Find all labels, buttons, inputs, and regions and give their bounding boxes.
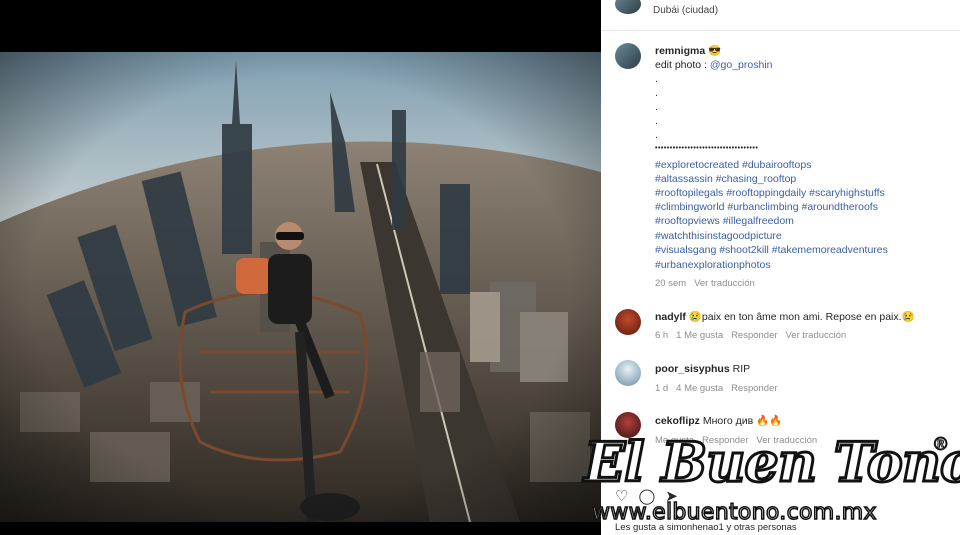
screenshot: Dubái (ciudad) remnigma 😎 edit photo : @… <box>0 0 960 535</box>
edit-prefix: edit photo : <box>655 59 710 71</box>
caption-dot: . <box>655 129 658 141</box>
hashtag-line[interactable]: #watchthisinstagoodpicture <box>655 229 782 243</box>
watermark: El Buen Tono ® www.elbuentono.com.mx <box>582 429 960 526</box>
comment-username[interactable]: cekoflipz <box>655 415 700 427</box>
watermark-url: www.elbuentono.com.mx <box>591 499 877 526</box>
edit-handle-link[interactable]: @go_proshin <box>710 59 773 71</box>
caption-separator: ••••••••••••••••••••••••••••••••••• <box>655 145 759 152</box>
comment-reply-button[interactable]: Responder <box>731 330 777 341</box>
comment-avatar[interactable] <box>615 360 641 386</box>
post-photo[interactable] <box>0 52 601 522</box>
caption-avatar[interactable] <box>615 43 641 69</box>
caption-dot: . <box>655 115 658 127</box>
comment-time: 1 d <box>655 383 669 394</box>
caption-translate-link[interactable]: Ver traducción <box>694 278 755 289</box>
watermark-registered: ® <box>933 434 948 455</box>
hashtag-line[interactable]: #climbingworld #urbanclimbing #aroundthe… <box>655 200 878 214</box>
dubai-skyline-illustration <box>0 52 601 522</box>
comment-row: cekoflipz Много див 🔥🔥 <box>655 414 782 428</box>
comment-likes[interactable]: 4 Me gusta <box>676 383 723 394</box>
comment-text: RIP <box>732 363 751 375</box>
comment-meta: 6 h 1 Me gusta Responder Ver traducción <box>655 329 846 343</box>
caption-dot: . <box>655 101 658 113</box>
caption-dot: . <box>655 87 658 99</box>
comment-reply-button[interactable]: Responder <box>731 383 777 394</box>
hashtag-line[interactable]: #visualsgang #shoot2kill #takememoreadve… <box>655 243 888 257</box>
comment-meta: 1 d 4 Me gusta Responder <box>655 382 778 396</box>
caption-username[interactable]: remnigma <box>655 45 705 57</box>
author-avatar[interactable] <box>615 0 641 14</box>
comment-time: 6 h <box>655 330 669 341</box>
caption-dot: . <box>655 73 658 85</box>
sunglasses-emoji: 😎 <box>708 45 722 57</box>
comment-row: nadylf 😢paix en ton âme mon ami. Repose … <box>655 310 915 324</box>
caption-edit-credit: edit photo : @go_proshin <box>655 58 773 72</box>
caption-header: remnigma 😎 <box>655 44 721 58</box>
hashtag-line[interactable]: #rooftopilegals #rooftoppingdaily #scary… <box>655 186 885 200</box>
comment-username[interactable]: nadylf <box>655 311 686 323</box>
comment-likes[interactable]: 1 Me gusta <box>676 330 723 341</box>
hashtag-line[interactable]: #urbanexplorationphotos <box>655 258 771 272</box>
comment-username[interactable]: poor_sisyphus <box>655 363 730 375</box>
comment-avatar[interactable] <box>615 309 641 335</box>
watermark-title: El Buen Tono <box>582 429 960 496</box>
hashtag-line[interactable]: #exploretocreated #dubairooftops <box>655 158 811 172</box>
header-divider <box>601 30 960 31</box>
caption-time: 20 sem <box>655 278 687 289</box>
comment-text: 😢paix en ton âme mon ami. Repose en paix… <box>688 311 915 323</box>
caption-meta: 20 sem Ver traducción <box>655 277 755 291</box>
hashtag-line[interactable]: #altassassin #chasing_rooftop <box>655 172 796 186</box>
hashtag-line[interactable]: #rooftopviews #illegalfreedom <box>655 214 794 228</box>
comment-text: Много див 🔥🔥 <box>702 415 783 427</box>
comment-translate-link[interactable]: Ver traducción <box>785 330 846 341</box>
comment-row: poor_sisyphus RIP <box>655 362 750 376</box>
location-label[interactable]: Dubái (ciudad) <box>653 5 718 16</box>
